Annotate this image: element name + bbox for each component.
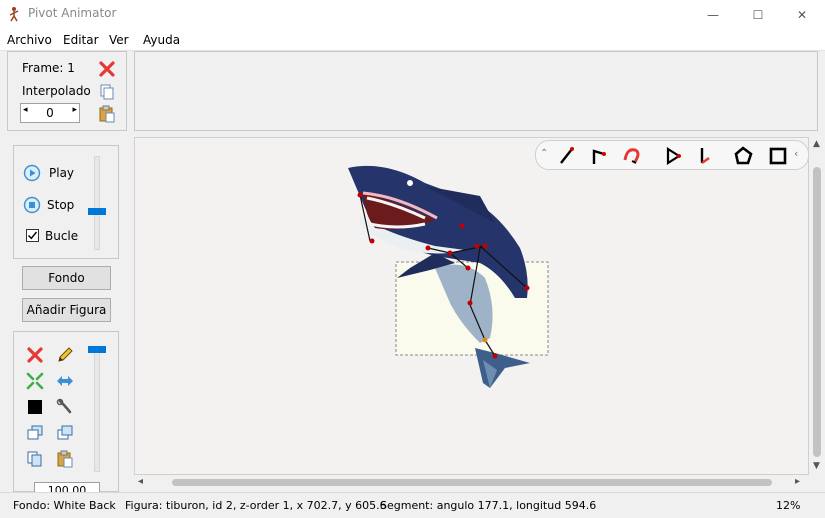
opacity-slider-thumb[interactable] bbox=[88, 346, 106, 353]
speed-slider-track[interactable] bbox=[94, 156, 100, 250]
line-segment-icon[interactable] bbox=[556, 146, 578, 166]
paste-frame-icon[interactable] bbox=[98, 105, 116, 123]
scroll-right-icon[interactable]: ▸ bbox=[795, 476, 800, 487]
copy-icon[interactable] bbox=[26, 450, 44, 468]
stop-label[interactable]: Stop bbox=[47, 198, 74, 212]
loop-checkbox[interactable] bbox=[26, 229, 39, 242]
bring-front-icon[interactable] bbox=[26, 424, 44, 442]
menu-archivo[interactable]: Archivo bbox=[7, 33, 52, 47]
playback-panel: Play Stop Bucle bbox=[13, 145, 119, 259]
scroll-down-icon[interactable]: ▼ bbox=[813, 461, 820, 471]
paste-icon[interactable] bbox=[56, 450, 74, 468]
close-button[interactable]: ✕ bbox=[779, 0, 825, 29]
center-icon[interactable] bbox=[26, 372, 44, 390]
status-zoom: 12% bbox=[776, 499, 801, 512]
pencil-icon[interactable] bbox=[56, 346, 74, 364]
maximize-button[interactable]: ☐ bbox=[735, 0, 781, 29]
stop-icon[interactable] bbox=[23, 196, 41, 214]
shark-figure[interactable] bbox=[135, 138, 809, 475]
send-back-icon[interactable] bbox=[56, 424, 74, 442]
animation-canvas[interactable] bbox=[134, 137, 809, 475]
scroll-left-icon[interactable]: ◂ bbox=[138, 476, 143, 487]
interpolation-value[interactable]: 0 bbox=[21, 106, 79, 120]
play-icon[interactable] bbox=[23, 164, 41, 182]
join-segment-icon[interactable] bbox=[694, 146, 716, 166]
checkmark-icon bbox=[28, 231, 38, 240]
horizontal-scrollbar[interactable]: ◂ ▸ bbox=[134, 475, 809, 491]
toolbar-collapse-left-icon[interactable]: ‹ bbox=[794, 147, 798, 160]
figure-tools-panel: 100.00 bbox=[13, 331, 119, 496]
bent-segment-icon[interactable] bbox=[588, 146, 610, 166]
window-title: Pivot Animator bbox=[28, 6, 117, 20]
square-icon[interactable] bbox=[767, 146, 789, 166]
flip-icon[interactable] bbox=[56, 372, 74, 390]
loop-label[interactable]: Bucle bbox=[45, 229, 78, 243]
opacity-slider-track[interactable] bbox=[94, 346, 100, 472]
background-button[interactable]: Fondo bbox=[22, 266, 111, 290]
toolbar-collapse-up-icon[interactable]: ⌃ bbox=[540, 148, 548, 159]
frame-label: Frame: 1 bbox=[22, 61, 75, 75]
menu-ver[interactable]: Ver bbox=[109, 33, 129, 47]
add-figure-button[interactable]: Añadir Figura bbox=[22, 298, 111, 322]
status-figure: Figura: tiburon, id 2, z-order 1, x 702.… bbox=[125, 499, 387, 512]
wrench-icon[interactable] bbox=[56, 398, 74, 416]
stickman-app-icon bbox=[9, 7, 19, 22]
timeline-area[interactable] bbox=[134, 51, 818, 131]
status-segment: Segment: angulo 177.1, longitud 594.6 bbox=[380, 499, 597, 512]
play-label[interactable]: Play bbox=[49, 166, 74, 180]
interpolation-stepper[interactable]: ◂ 0 ▸ bbox=[20, 103, 80, 123]
minimize-button[interactable]: — bbox=[690, 0, 736, 29]
delete-frame-icon[interactable] bbox=[98, 60, 116, 78]
menu-ayuda[interactable]: Ayuda bbox=[143, 33, 180, 47]
copy-frame-icon[interactable] bbox=[98, 83, 116, 101]
stepper-right-icon[interactable]: ▸ bbox=[72, 105, 77, 115]
interpolation-label: Interpolado bbox=[22, 84, 91, 98]
delete-icon[interactable] bbox=[26, 346, 44, 364]
segment-toolbar: ⌃ ‹ bbox=[535, 140, 809, 170]
title-bar: Pivot Animator — ☐ ✕ bbox=[0, 0, 825, 29]
menu-editar[interactable]: Editar bbox=[63, 33, 99, 47]
status-bar: Fondo: White Back Figura: tiburon, id 2,… bbox=[0, 492, 825, 518]
polygon-icon[interactable] bbox=[733, 146, 755, 166]
frame-panel: Frame: 1 Interpolado ◂ 0 ▸ bbox=[7, 51, 127, 131]
color-icon[interactable] bbox=[26, 398, 44, 416]
vertical-scroll-thumb[interactable] bbox=[813, 167, 821, 457]
horizontal-scroll-thumb[interactable] bbox=[172, 479, 772, 486]
speed-slider-thumb[interactable] bbox=[88, 208, 106, 216]
curve-segment-icon[interactable] bbox=[621, 146, 643, 166]
scroll-up-icon[interactable]: ▲ bbox=[813, 139, 820, 149]
vertical-scrollbar[interactable]: ▲ ▼ bbox=[809, 137, 825, 475]
menu-bar: Archivo Editar Ver Ayuda bbox=[0, 29, 825, 51]
status-background: Fondo: White Back bbox=[13, 499, 116, 512]
triangle-segment-icon[interactable] bbox=[662, 146, 684, 166]
